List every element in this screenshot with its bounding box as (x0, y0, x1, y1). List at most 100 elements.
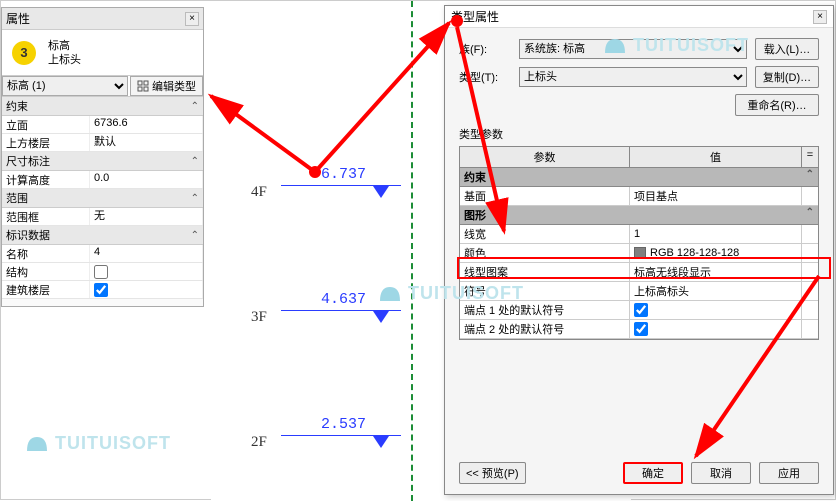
copy-button[interactable]: 复制(D)… (755, 66, 819, 88)
param-key: 线型图案 (460, 263, 630, 281)
param-row: 线宽 1 (460, 225, 818, 244)
prop-row: 上方楼层 (2, 134, 203, 152)
step-badge: 3 (12, 41, 36, 65)
param-key: 符号 (460, 282, 630, 300)
apply-button[interactable]: 应用 (759, 462, 819, 484)
type-label: 类型(T): (459, 69, 519, 85)
preview-button[interactable]: << 预览(P) (459, 462, 526, 484)
watermark-left: TUITUISOFT (23, 431, 171, 455)
annotation-dot-origin (309, 166, 321, 178)
dialog-footer: << 预览(P) 确定 取消 应用 (445, 462, 833, 484)
properties-grid: 约束⌃立面 上方楼层 尺寸标注⌃计算高度 范围⌃范围框 标识数据⌃名称 结构 建… (2, 97, 203, 299)
center-axis-line (411, 1, 413, 501)
level-head-icon (373, 436, 389, 448)
prop-key: 范围框 (2, 208, 90, 225)
edit-type-label: 编辑类型 (152, 78, 196, 94)
type-select[interactable]: 上标头 (519, 67, 747, 87)
param-row: 基面 项目基点 (460, 187, 818, 206)
grid-icon (137, 80, 149, 92)
prop-row: 建筑楼层 (2, 281, 203, 299)
prop-section-header[interactable]: 标识数据⌃ (2, 226, 203, 245)
level-name-label: 2F (251, 434, 267, 451)
level-elev-text: 2.537 (321, 416, 401, 433)
prop-row: 计算高度 (2, 171, 203, 189)
param-row: 颜色 RGB 128-128-128 (460, 244, 818, 263)
instance-selector[interactable]: 标高 (1) (2, 76, 128, 96)
type-preview-text: 标高 上标头 (48, 39, 81, 67)
prop-section-header[interactable]: 约束⌃ (2, 97, 203, 116)
properties-close-button[interactable]: × (185, 12, 199, 26)
prop-value-input[interactable] (94, 172, 198, 184)
prop-key: 建筑楼层 (2, 281, 90, 298)
prop-row: 结构 (2, 263, 203, 281)
collapse-icon: ⌃ (806, 169, 814, 185)
prop-row: 名称 (2, 245, 203, 263)
prop-section-header[interactable]: 尺寸标注⌃ (2, 152, 203, 171)
param-value[interactable]: 1 (634, 228, 640, 240)
collapse-icon: ⌃ (191, 101, 199, 112)
param-key: 端点 1 处的默认符号 (460, 301, 630, 319)
collapse-icon: ⌃ (806, 207, 814, 223)
level-marker[interactable]: 4.637 (281, 291, 401, 323)
param-key: 端点 2 处的默认符号 (460, 320, 630, 338)
param-value[interactable]: 上标高标头 (634, 283, 689, 299)
type-preview: 3 标高 上标头 (2, 30, 203, 76)
param-value[interactable]: 标高无线段显示 (634, 264, 711, 280)
param-section-header[interactable]: 图形⌃ (460, 206, 818, 225)
level-head-icon (373, 186, 389, 198)
level-name-label: 3F (251, 309, 267, 326)
level-elev-text: 4.637 (321, 291, 401, 308)
prop-key: 上方楼层 (2, 134, 90, 151)
prop-value-input[interactable] (94, 209, 198, 221)
param-key: 颜色 (460, 244, 630, 262)
type-params-label: 类型参数 (459, 126, 819, 142)
type-params-table: 参数 值 = 约束⌃基面 项目基点图形⌃线宽 1颜色 RGB 128-128-1… (459, 146, 819, 340)
prop-value-input[interactable] (94, 246, 198, 258)
annotation-dot-dialog (451, 15, 463, 27)
instance-selector-row: 标高 (1) 编辑类型 (2, 76, 203, 97)
family-select[interactable]: 系统族: 标高 (519, 39, 747, 59)
prop-key: 立面 (2, 116, 90, 133)
prop-value-input[interactable] (94, 135, 198, 147)
col-header-eq: = (802, 147, 818, 167)
param-key: 基面 (460, 187, 630, 205)
rename-button[interactable]: 重命名(R)… (735, 94, 819, 116)
prop-key: 名称 (2, 245, 90, 262)
prop-value-input[interactable] (94, 117, 198, 129)
prop-checkbox[interactable] (94, 265, 108, 279)
properties-title-text: 属性 (6, 10, 30, 27)
cancel-button[interactable]: 取消 (691, 462, 751, 484)
edit-type-button[interactable]: 编辑类型 (130, 76, 203, 96)
col-header-value: 值 (630, 147, 802, 167)
param-value[interactable]: 项目基点 (634, 188, 678, 204)
ok-button[interactable]: 确定 (623, 462, 683, 484)
prop-key: 计算高度 (2, 171, 90, 188)
prop-row: 立面 (2, 116, 203, 134)
load-button[interactable]: 载入(L)… (755, 38, 819, 60)
properties-panel: 属性 × 3 标高 上标头 标高 (1) 编辑类型 约束⌃立面 上方楼层 尺寸标… (1, 7, 204, 307)
level-marker[interactable]: 2.537 (281, 416, 401, 448)
level-marker[interactable]: 6.737 (281, 166, 401, 198)
prop-row: 范围框 (2, 208, 203, 226)
type-properties-dialog: 类型属性 × 族(F): 系统族: 标高 载入(L)… 类型(T): 上标头 复… (444, 5, 834, 495)
prop-key: 结构 (2, 263, 90, 280)
collapse-icon: ⌃ (191, 230, 199, 241)
level-elev-text: 6.737 (321, 166, 401, 183)
param-section-header[interactable]: 约束⌃ (460, 168, 818, 187)
level-name-label: 4F (251, 184, 267, 201)
param-checkbox[interactable] (634, 322, 648, 336)
type-family-label: 标高 (48, 39, 81, 53)
param-row: 端点 2 处的默认符号 (460, 320, 818, 339)
family-label: 族(F): (459, 41, 519, 57)
param-value[interactable]: RGB 128-128-128 (650, 247, 739, 259)
color-swatch-icon (634, 247, 646, 259)
collapse-icon: ⌃ (191, 156, 199, 167)
prop-section-header[interactable]: 范围⌃ (2, 189, 203, 208)
level-head-icon (373, 311, 389, 323)
dialog-title-bar[interactable]: 类型属性 × (445, 6, 833, 28)
param-checkbox[interactable] (634, 303, 648, 317)
dialog-close-button[interactable]: × (813, 10, 827, 24)
type-name-label: 上标头 (48, 53, 81, 67)
prop-checkbox[interactable] (94, 283, 108, 297)
param-row: 端点 1 处的默认符号 (460, 301, 818, 320)
